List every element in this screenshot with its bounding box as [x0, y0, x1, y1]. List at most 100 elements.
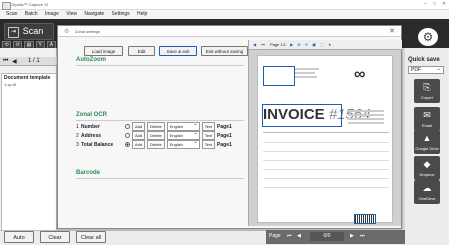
zoom-in-icon[interactable]: ⊕ [297, 42, 300, 47]
edit-button[interactable]: Edit [128, 46, 155, 56]
zone-radio-selected[interactable] [125, 142, 130, 147]
auto-button[interactable]: Auto [4, 231, 34, 243]
zonal-settings-dialog: ⚙ Zonal settings ✕ Load image Edit Save … [57, 25, 402, 229]
table-line [263, 160, 389, 161]
nav-left-icon[interactable]: ◀ [253, 42, 256, 47]
zone-language-select[interactable]: English [166, 139, 200, 149]
menu-help[interactable]: Help [137, 11, 147, 17]
menu-bar: Scan Batch Image View Navigate Settings … [0, 10, 449, 19]
dialog-settings-icon: ⚙ [64, 29, 70, 35]
export-label: Export [421, 95, 433, 100]
preview-page-label: Page 1/1 [269, 42, 286, 47]
onedrive-icon: ☁ [422, 183, 432, 193]
zone-page[interactable]: Page1 [217, 133, 232, 139]
menu-scan[interactable]: Scan [6, 11, 17, 17]
page-indicator: 1 / 1 [28, 58, 40, 64]
zone-delete-button[interactable]: Delete [147, 131, 165, 140]
document-template-panel: Document template 1-sp.tif [1, 73, 57, 233]
select-icon[interactable]: ⬚ [320, 42, 324, 47]
invoice-meta-block [348, 108, 388, 124]
number-zone [262, 104, 342, 127]
autozoom-separator [76, 65, 244, 66]
menu-navigate[interactable]: Navigate [84, 11, 104, 17]
clear-all-button[interactable]: Clear all [76, 231, 106, 243]
scan-button[interactable]: ⇥ Scan [4, 23, 54, 40]
format-value: PDF [411, 67, 421, 73]
ocr-zone-row: 2 Address Add Delete English Text Page1 [76, 130, 248, 140]
zone-add-button[interactable]: Add [132, 122, 146, 131]
email-button[interactable]: ✉ Email [414, 107, 440, 131]
menu-image[interactable]: Image [45, 11, 59, 17]
table-line [263, 142, 389, 143]
nav-next-icon[interactable]: ▶ [290, 42, 293, 47]
zone-name: Number [81, 123, 100, 130]
prev-page-icon[interactable]: ◀ [12, 58, 17, 65]
dropbox-label: Dropbox [419, 172, 435, 177]
total-balance-zone [354, 214, 376, 224]
table-header-line [263, 132, 389, 133]
menu-view[interactable]: View [66, 11, 77, 17]
zone-delete-button[interactable]: Delete [147, 140, 165, 149]
email-label: Email [421, 123, 432, 128]
table-line [263, 187, 389, 188]
format-select[interactable]: PDF ⌄ [408, 66, 444, 74]
invoice-header-text-block [295, 66, 325, 84]
onedrive-label: OneDrive [418, 196, 436, 201]
zone-type-select[interactable]: Text [201, 131, 216, 140]
page-label: Page [269, 233, 281, 239]
clear-button[interactable]: Clear [40, 231, 70, 243]
quick-save-label: Quick save [408, 57, 440, 63]
address-zone [263, 66, 295, 86]
zone-add-button[interactable]: Add [132, 140, 146, 149]
zone-page[interactable]: Page1 [217, 142, 232, 148]
menu-batch[interactable]: Batch [25, 11, 38, 17]
doc-template-item[interactable]: 1-sp.tif [2, 82, 56, 87]
ocr-zone-row: 3 Total Balance Add Delete English Text … [76, 139, 248, 149]
zone-type-select[interactable]: Text [201, 122, 216, 131]
autozoom-section-title: AutoZoom [76, 57, 106, 63]
zone-radio[interactable] [125, 124, 130, 129]
barcode-separator [76, 178, 244, 179]
first-page-icon[interactable]: ⏮ [3, 58, 8, 65]
settings-gear-icon[interactable]: ⚙ [418, 28, 438, 46]
exit-without-saving-button[interactable]: Exit without saving [201, 46, 248, 56]
export-icon: ⎘ [423, 82, 431, 92]
fit-icon[interactable]: ▣ [312, 42, 316, 47]
minimize-icon[interactable]: – [424, 1, 427, 7]
onedrive-button[interactable]: ☁ OneDrive [414, 180, 440, 204]
zone-delete-button[interactable]: Delete [147, 122, 165, 131]
barcode-section-title: Barcode [76, 170, 101, 176]
google-drive-label: Google Drive [415, 146, 439, 151]
google-drive-button[interactable]: ▲ Google Drive [414, 130, 440, 154]
dialog-title: Zonal settings [75, 29, 100, 34]
save-exit-button[interactable]: Save & exit [159, 46, 197, 56]
dropbox-icon: ◆ [423, 159, 431, 169]
bottom-last-icon[interactable]: ⏭ [360, 233, 365, 239]
export-button[interactable]: ⎘ Export [414, 79, 440, 103]
load-image-button[interactable]: Load image [84, 46, 123, 56]
dialog-close-icon[interactable]: ✕ [389, 27, 395, 35]
table-line [263, 169, 389, 170]
zonal-ocr-separator [76, 120, 244, 121]
zone-add-button[interactable]: Add [132, 131, 146, 140]
bottom-next-icon[interactable]: ▶ [350, 233, 354, 239]
zone-page[interactable]: Page1 [217, 124, 232, 130]
title-bar: Orpalis™ Capture XI – □ ✕ [0, 0, 449, 10]
zone-radio[interactable] [125, 133, 130, 138]
menu-settings[interactable]: Settings [112, 11, 130, 17]
page-navigation-bar: Page ⏮ ◀ 0/0 ▶ ⏭ [266, 230, 405, 244]
ocr-zone-list: 1 Number Add Delete English Text Page1 2… [76, 121, 248, 149]
zoom-out-icon[interactable]: ⊖ [305, 42, 308, 47]
bottom-prev-icon[interactable]: ◀ [297, 233, 301, 239]
scan-arrow-icon: ⇥ [8, 27, 19, 38]
email-icon: ✉ [423, 110, 431, 120]
invoice-page: ∞ INVOICE #1564 [257, 55, 393, 224]
pointer-icon[interactable]: ➤ [328, 42, 331, 47]
nav-first-icon[interactable]: ⏮ [261, 42, 265, 47]
close-icon[interactable]: ✕ [442, 1, 446, 7]
maximize-icon[interactable]: □ [433, 1, 436, 7]
dropbox-button[interactable]: ◆ Dropbox [414, 156, 440, 180]
zone-type-select[interactable]: Text [201, 140, 216, 149]
company-logo: ∞ [354, 66, 366, 83]
bottom-first-icon[interactable]: ⏮ [287, 233, 292, 239]
